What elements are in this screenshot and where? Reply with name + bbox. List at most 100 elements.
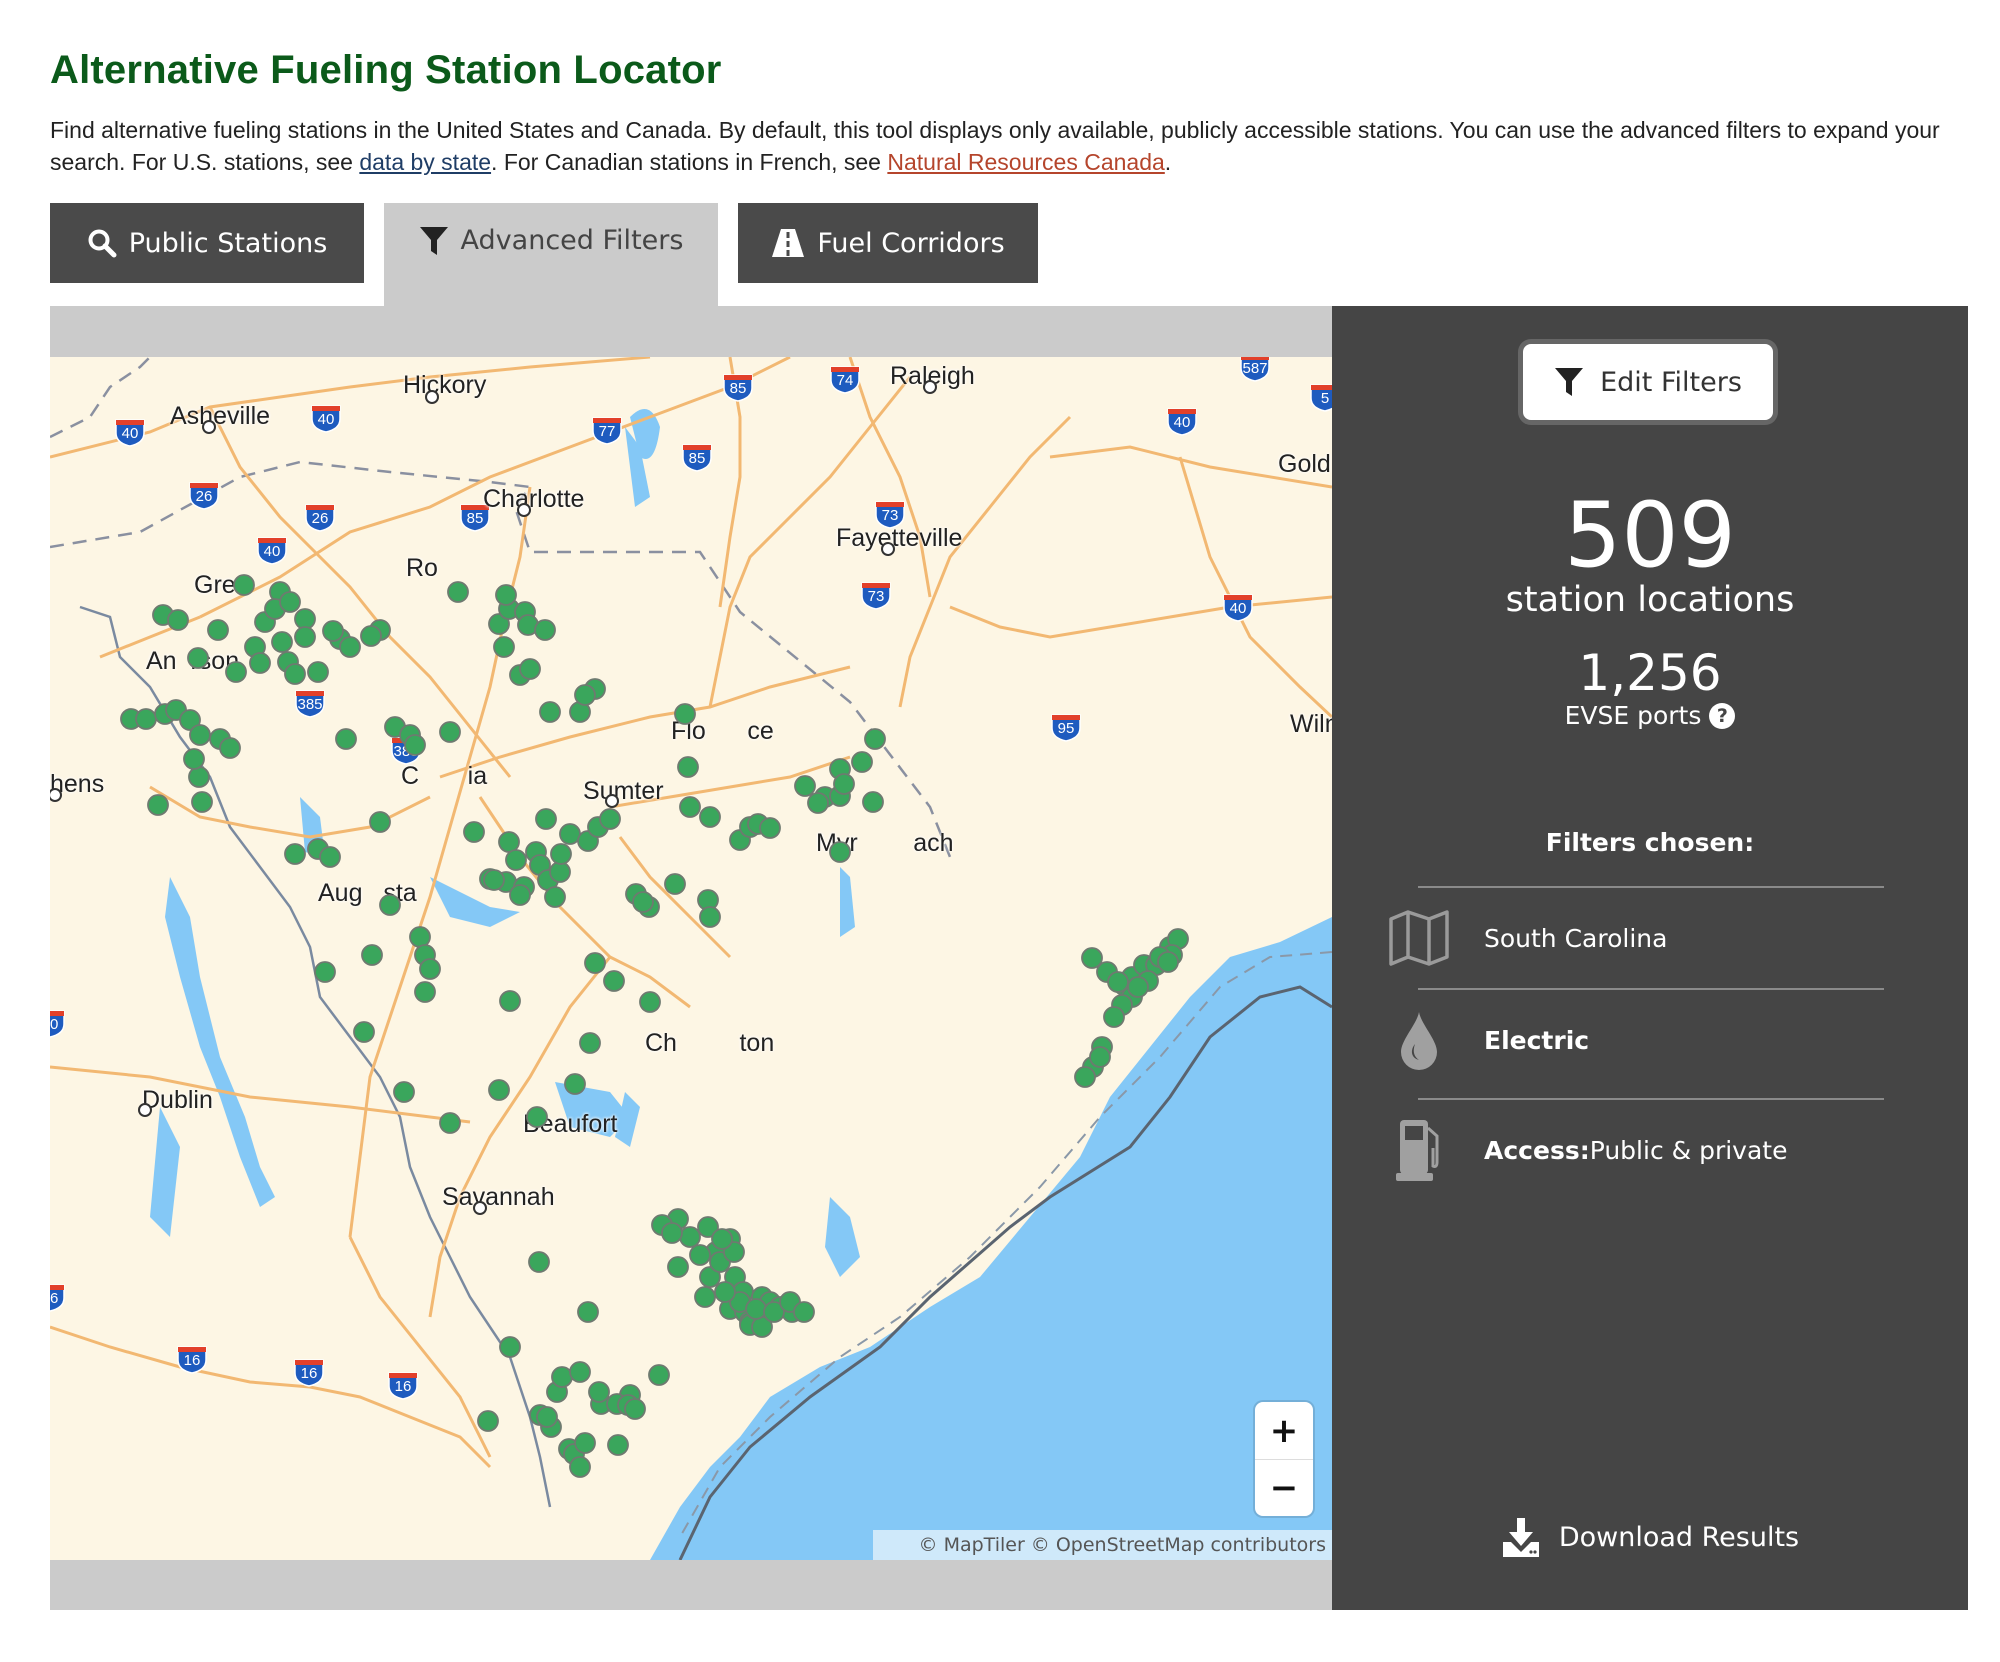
station-marker[interactable] [584, 952, 606, 974]
station-marker[interactable] [439, 721, 461, 743]
station-marker[interactable] [624, 1398, 646, 1420]
station-marker[interactable] [549, 861, 571, 883]
station-marker[interactable] [505, 849, 527, 871]
station-marker[interactable] [1127, 976, 1149, 998]
station-marker[interactable] [314, 961, 336, 983]
station-marker[interactable] [284, 843, 306, 865]
station-marker[interactable] [534, 619, 556, 641]
tab-public-stations[interactable]: Public Stations [50, 203, 364, 283]
station-marker[interactable] [294, 626, 316, 648]
station-marker[interactable] [569, 1456, 591, 1478]
station-marker[interactable] [579, 1032, 601, 1054]
station-marker[interactable] [393, 1081, 415, 1103]
station-marker[interactable] [526, 1106, 548, 1128]
station-marker[interactable] [335, 728, 357, 750]
station-marker[interactable] [862, 791, 884, 813]
tab-fuel-corridors[interactable]: Fuel Corridors [738, 203, 1038, 283]
station-marker[interactable] [409, 926, 431, 948]
station-marker[interactable] [493, 636, 515, 658]
station-marker[interactable] [694, 1286, 716, 1308]
station-marker[interactable] [187, 647, 209, 669]
station-marker[interactable] [447, 581, 469, 603]
station-marker[interactable] [477, 1410, 499, 1432]
station-marker[interactable] [564, 1073, 586, 1095]
station-marker[interactable] [147, 794, 169, 816]
station-marker[interactable] [353, 1021, 375, 1043]
station-marker[interactable] [679, 796, 701, 818]
data-by-state-link[interactable]: data by state [359, 149, 491, 175]
tab-advanced-filters[interactable]: Advanced Filters [384, 203, 718, 306]
station-marker[interactable] [807, 792, 829, 814]
station-marker[interactable] [271, 631, 293, 653]
station-marker[interactable] [379, 894, 401, 916]
station-map[interactable]: 4040402626857785857473735874040953853852… [50, 357, 1332, 1560]
station-marker[interactable] [1157, 951, 1179, 973]
station-marker[interactable] [188, 766, 210, 788]
station-marker[interactable] [369, 811, 391, 833]
station-marker[interactable] [677, 756, 699, 778]
station-marker[interactable] [599, 808, 621, 830]
edit-filters-button[interactable]: Edit Filters [1523, 344, 1773, 420]
station-marker[interactable] [632, 891, 654, 913]
help-icon[interactable]: ? [1709, 702, 1736, 729]
station-marker[interactable] [551, 1366, 573, 1388]
station-marker[interactable] [191, 791, 213, 813]
station-marker[interactable] [499, 1336, 521, 1358]
station-marker[interactable] [667, 1256, 689, 1278]
station-marker[interactable] [679, 1226, 701, 1248]
station-marker[interactable] [539, 701, 561, 723]
zoom-out-button[interactable]: − [1255, 1459, 1313, 1516]
station-marker[interactable] [588, 1381, 610, 1403]
station-marker[interactable] [322, 620, 344, 642]
station-marker[interactable] [1089, 1046, 1111, 1068]
station-marker[interactable] [864, 728, 886, 750]
station-marker[interactable] [189, 724, 211, 746]
station-marker[interactable] [661, 1222, 683, 1244]
station-marker[interactable] [183, 748, 205, 770]
station-marker[interactable] [519, 658, 541, 680]
natural-resources-canada-link[interactable]: Natural Resources Canada [887, 149, 1164, 175]
station-marker[interactable] [759, 817, 781, 839]
station-marker[interactable] [714, 1281, 736, 1303]
station-marker[interactable] [414, 981, 436, 1003]
station-marker[interactable] [463, 821, 485, 843]
station-marker[interactable] [339, 636, 361, 658]
station-marker[interactable] [360, 625, 382, 647]
station-marker[interactable] [307, 661, 329, 683]
station-marker[interactable] [674, 703, 696, 725]
station-marker[interactable] [225, 661, 247, 683]
station-marker[interactable] [699, 806, 721, 828]
station-marker[interactable] [648, 1364, 670, 1386]
station-marker[interactable] [319, 846, 341, 868]
zoom-in-button[interactable]: + [1255, 1402, 1313, 1460]
station-marker[interactable] [535, 808, 557, 830]
station-marker[interactable] [361, 944, 383, 966]
station-marker[interactable] [495, 584, 517, 606]
station-marker[interactable] [439, 1112, 461, 1134]
station-marker[interactable] [509, 884, 531, 906]
station-marker[interactable] [829, 841, 851, 863]
download-results-button[interactable]: Download Results [1332, 1516, 1968, 1558]
station-marker[interactable] [794, 775, 816, 797]
station-marker[interactable] [664, 873, 686, 895]
station-marker[interactable] [550, 843, 572, 865]
station-marker[interactable] [499, 990, 521, 1012]
station-marker[interactable] [833, 773, 855, 795]
station-marker[interactable] [569, 1361, 591, 1383]
station-marker[interactable] [1107, 971, 1129, 993]
station-marker[interactable] [699, 906, 721, 928]
station-marker[interactable] [559, 823, 581, 845]
station-marker[interactable] [207, 619, 229, 641]
station-marker[interactable] [544, 886, 566, 908]
station-marker[interactable] [419, 958, 441, 980]
station-marker[interactable] [1074, 1066, 1096, 1088]
station-marker[interactable] [167, 609, 189, 631]
station-marker[interactable] [498, 831, 520, 853]
station-marker[interactable] [745, 1298, 767, 1320]
station-marker[interactable] [233, 574, 255, 596]
map-attribution[interactable]: © MapTiler © OpenStreetMap contributors [873, 1530, 1332, 1560]
station-marker[interactable] [574, 1432, 596, 1454]
station-marker[interactable] [793, 1301, 815, 1323]
station-marker[interactable] [603, 970, 625, 992]
station-marker[interactable] [711, 1228, 733, 1250]
